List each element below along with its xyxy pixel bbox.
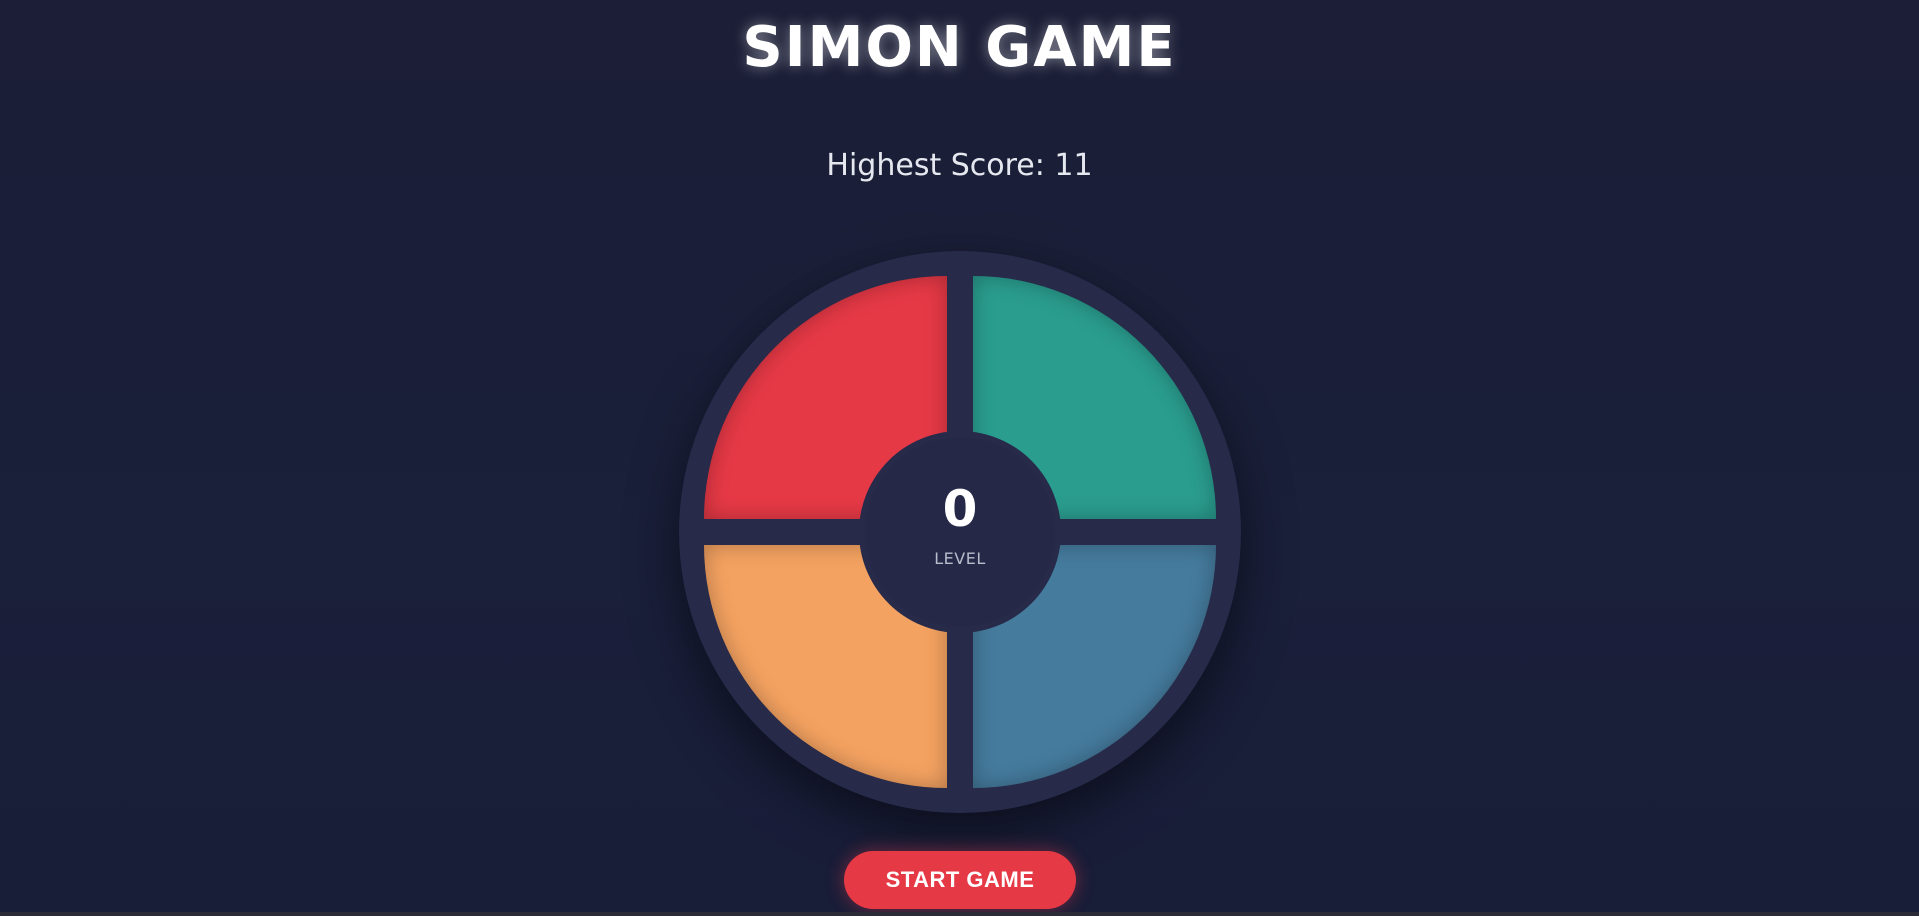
- level-label: LEVEL: [934, 549, 986, 568]
- game-title: SIMON GAME: [742, 15, 1177, 80]
- highest-score: Highest Score: 11: [826, 148, 1093, 183]
- start-game-button[interactable]: START GAME: [844, 851, 1076, 909]
- simon-board: 0 LEVEL: [679, 251, 1241, 813]
- level-value: 0: [942, 480, 978, 538]
- bottom-divider: [0, 912, 1919, 916]
- level-display: 0 LEVEL: [865, 437, 1055, 627]
